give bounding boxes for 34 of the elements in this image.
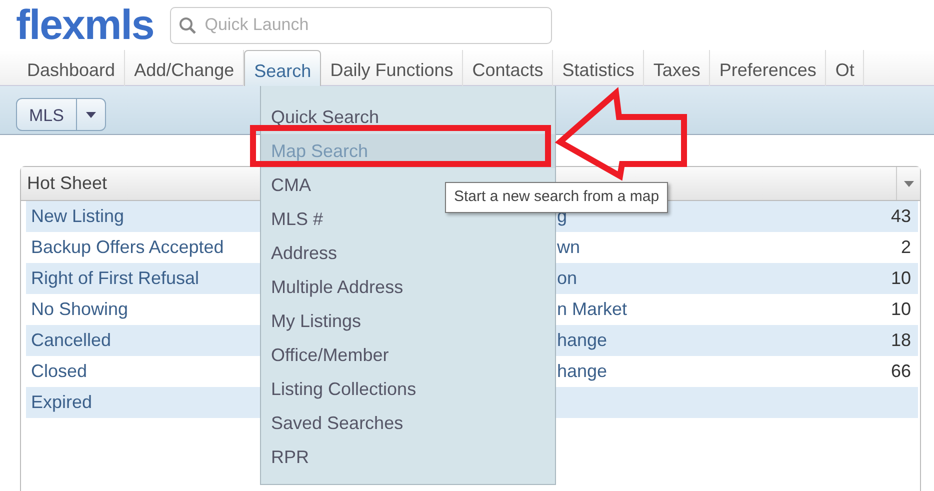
hot-sheet-link[interactable]: New Listing	[31, 206, 124, 226]
hot-sheet-link[interactable]: Right of First Refusal	[31, 268, 200, 288]
menu-item[interactable]: Address	[261, 236, 555, 270]
mls-dropdown-button[interactable]: MLS	[16, 98, 106, 131]
hot-sheet-link[interactable]: wn	[557, 237, 580, 257]
tooltip: Start a new search from a map	[445, 182, 668, 212]
count: 66	[890, 360, 912, 383]
caret-icon	[86, 112, 96, 118]
nav-tab[interactable]: Search	[244, 50, 322, 86]
count: 43	[890, 205, 912, 228]
hot-sheet-link[interactable]: n Market	[557, 299, 628, 319]
menu-item[interactable]: Office/Member	[261, 338, 555, 372]
menu-item[interactable]: Saved Searches	[261, 406, 555, 440]
hot-sheet-link[interactable]: on	[557, 268, 578, 288]
caret-icon	[904, 180, 914, 186]
hot-sheet-link[interactable]: No Showing	[31, 299, 128, 319]
menu-item[interactable]: RPR	[261, 440, 555, 474]
hot-sheet-link[interactable]: Closed	[31, 361, 88, 381]
hot-sheet-link[interactable]: hange	[557, 361, 608, 381]
quick-launch-field[interactable]: Quick Launch	[170, 6, 552, 44]
menu-item[interactable]: Multiple Address	[261, 270, 555, 304]
hot-sheet-link[interactable]: hange	[557, 330, 608, 350]
count: 10	[890, 267, 912, 290]
menu-item[interactable]: Listing Collections	[261, 372, 555, 406]
menu-item[interactable]: My Listings	[261, 304, 555, 338]
panel-title: Hot Sheet	[26, 172, 108, 195]
menu-item[interactable]: Quick Search	[261, 100, 555, 134]
hot-sheet-link[interactable]: Cancelled	[31, 330, 112, 350]
logo[interactable]: flexmls	[16, 4, 154, 46]
count: 2	[900, 236, 912, 259]
hot-sheet-link[interactable]: Backup Offers Accepted	[31, 237, 224, 257]
hot-sheet-link[interactable]: Expired	[31, 392, 92, 412]
count: 18	[890, 329, 912, 352]
count: 10	[890, 298, 912, 321]
